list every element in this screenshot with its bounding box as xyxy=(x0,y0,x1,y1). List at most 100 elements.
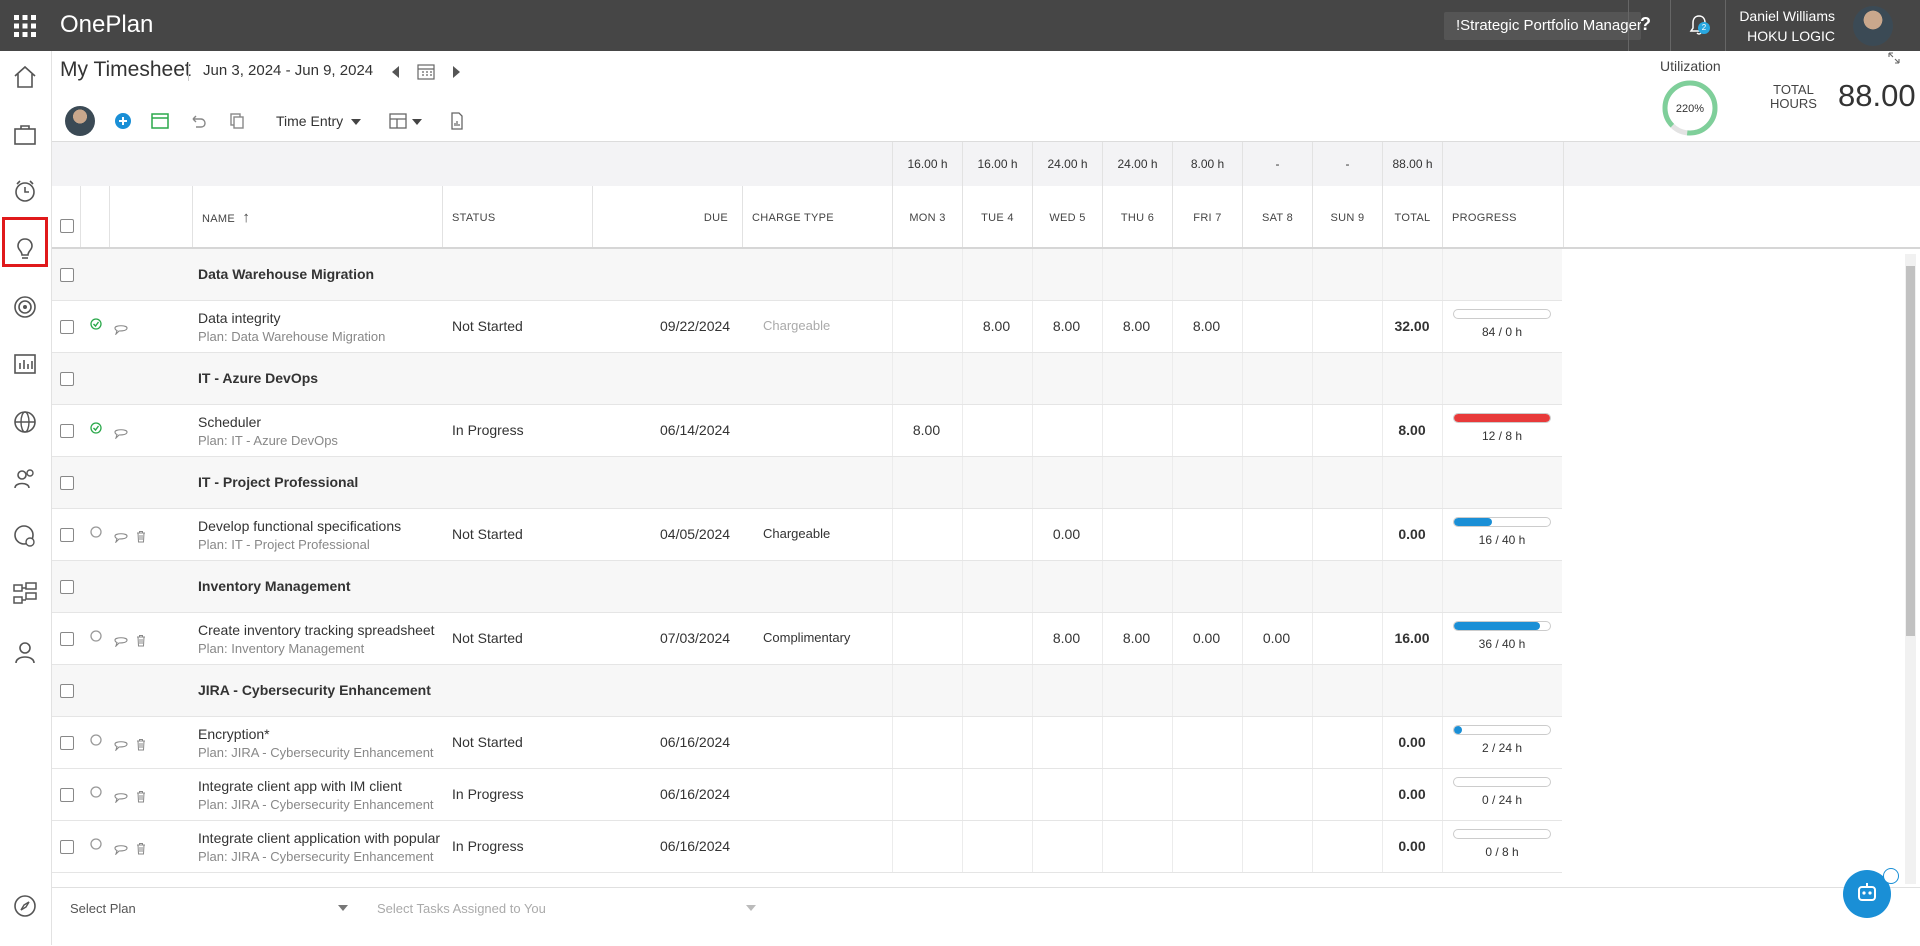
add-schedule-icon[interactable] xyxy=(150,111,170,131)
next-week-arrow-icon[interactable] xyxy=(453,66,460,78)
trash-icon[interactable] xyxy=(136,530,146,543)
globe-settings-icon[interactable] xyxy=(12,523,38,549)
row-checkbox[interactable] xyxy=(60,788,74,802)
group-row[interactable]: Inventory Management xyxy=(52,561,1562,613)
undo-icon[interactable] xyxy=(188,111,208,131)
column-due[interactable]: DUE xyxy=(592,186,746,247)
task-row[interactable]: Data integrity Plan: Data Warehouse Migra… xyxy=(52,301,1562,353)
status-circle-icon[interactable] xyxy=(90,786,102,798)
group-row[interactable]: Data Warehouse Migration xyxy=(52,249,1562,301)
hours-wed[interactable]: 0.00 xyxy=(1032,526,1101,542)
add-icon[interactable] xyxy=(113,111,133,131)
comment-icon[interactable] xyxy=(113,739,129,751)
compass-icon[interactable] xyxy=(12,893,38,919)
row-checkbox[interactable] xyxy=(60,372,74,386)
chevron-down-icon[interactable] xyxy=(746,905,756,911)
chart-icon[interactable] xyxy=(12,351,38,377)
column-sat[interactable]: SAT 8 xyxy=(1242,186,1312,247)
people-icon[interactable] xyxy=(12,466,38,492)
comment-icon[interactable] xyxy=(113,791,129,803)
column-mon[interactable]: MON 3 xyxy=(892,186,962,247)
column-name[interactable]: NAME ↑ xyxy=(192,186,451,247)
column-tue[interactable]: TUE 4 xyxy=(962,186,1032,247)
row-checkbox[interactable] xyxy=(60,840,74,854)
briefcase-icon[interactable] xyxy=(12,121,38,147)
task-charge-type[interactable]: Chargeable xyxy=(763,318,830,333)
scrollbar-thumb[interactable] xyxy=(1906,266,1915,636)
column-total[interactable]: TOTAL xyxy=(1382,186,1442,247)
comment-icon[interactable] xyxy=(113,427,129,439)
trash-icon[interactable] xyxy=(136,842,146,855)
help-button[interactable]: ? xyxy=(1640,14,1651,35)
report-icon[interactable] xyxy=(447,111,467,131)
select-plan-dropdown[interactable]: Select Plan xyxy=(70,901,136,916)
column-sun[interactable]: SUN 9 xyxy=(1312,186,1382,247)
calendar-icon[interactable] xyxy=(417,63,435,80)
task-row[interactable]: Develop functional specifications Plan: I… xyxy=(52,509,1562,561)
timesheet-icon[interactable] xyxy=(12,178,38,204)
task-charge-type[interactable]: Complimentary xyxy=(763,630,850,645)
group-row[interactable]: JIRA - Cybersecurity Enhancement xyxy=(52,665,1562,717)
status-circle-icon[interactable] xyxy=(90,838,102,850)
home-icon[interactable] xyxy=(12,64,38,90)
trash-icon[interactable] xyxy=(136,738,146,751)
comment-icon[interactable] xyxy=(113,635,129,647)
hierarchy-icon[interactable] xyxy=(12,581,38,607)
user-avatar[interactable] xyxy=(1853,6,1893,46)
task-name[interactable]: Data integrity xyxy=(198,310,443,326)
previous-week-arrow-icon[interactable] xyxy=(392,66,399,78)
hours-sat[interactable]: 0.00 xyxy=(1242,630,1311,646)
task-name[interactable]: Develop functional specifications xyxy=(198,518,443,534)
group-row[interactable]: IT - Project Professional xyxy=(52,457,1562,509)
layout-icon[interactable] xyxy=(388,111,408,131)
row-checkbox[interactable] xyxy=(60,736,74,750)
hours-fri[interactable]: 8.00 xyxy=(1172,318,1241,334)
hours-thu[interactable]: 8.00 xyxy=(1102,630,1171,646)
status-circle-icon[interactable] xyxy=(90,734,102,746)
hours-fri[interactable]: 0.00 xyxy=(1172,630,1241,646)
time-entry-dropdown[interactable]: Time Entry xyxy=(276,113,362,129)
column-fri[interactable]: FRI 7 xyxy=(1172,186,1242,247)
chevron-down-icon[interactable] xyxy=(338,905,348,911)
status-circle-icon[interactable] xyxy=(90,630,102,642)
sort-ascending-icon[interactable]: ↑ xyxy=(242,209,250,226)
column-thu[interactable]: THU 6 xyxy=(1102,186,1172,247)
hours-tue[interactable]: 8.00 xyxy=(962,318,1031,334)
app-launcher-icon[interactable] xyxy=(14,15,36,37)
resource-avatar[interactable] xyxy=(65,106,95,136)
globe-icon[interactable] xyxy=(12,409,38,435)
row-checkbox[interactable] xyxy=(60,528,74,542)
status-circle-icon[interactable] xyxy=(90,526,102,538)
task-charge-type[interactable]: Chargeable xyxy=(763,526,830,541)
lightbulb-icon[interactable] xyxy=(12,236,38,262)
task-row[interactable]: Scheduler Plan: IT - Azure DevOps In Progr… xyxy=(52,405,1562,457)
column-progress[interactable]: PROGRESS xyxy=(1442,186,1563,247)
row-checkbox[interactable] xyxy=(60,320,74,334)
trash-icon[interactable] xyxy=(136,634,146,647)
task-row[interactable]: Integrate client application with popula… xyxy=(52,821,1562,873)
task-name[interactable]: Encryption* xyxy=(198,726,443,742)
task-name[interactable]: Integrate client app with IM client xyxy=(198,778,443,794)
power-icon[interactable] xyxy=(1883,868,1899,884)
task-name[interactable]: Create inventory tracking spreadsheet xyxy=(198,622,443,638)
user-icon[interactable] xyxy=(12,639,38,665)
task-row[interactable]: Integrate client app with IM client Plan:… xyxy=(52,769,1562,821)
portfolio-selector[interactable]: !Strategic Portfolio Manager xyxy=(1444,12,1641,40)
row-checkbox[interactable] xyxy=(60,684,74,698)
row-checkbox[interactable] xyxy=(60,268,74,282)
select-all-checkbox[interactable] xyxy=(60,219,74,233)
comment-icon[interactable] xyxy=(113,843,129,855)
trash-icon[interactable] xyxy=(136,790,146,803)
check-circle-icon[interactable] xyxy=(90,318,102,330)
hours-mon[interactable]: 8.00 xyxy=(892,422,961,438)
hours-thu[interactable]: 8.00 xyxy=(1102,318,1171,334)
copy-icon[interactable] xyxy=(227,111,247,131)
task-row[interactable]: Create inventory tracking spreadsheet Pla… xyxy=(52,613,1562,665)
group-row[interactable]: IT - Azure DevOps xyxy=(52,353,1562,405)
row-checkbox[interactable] xyxy=(60,580,74,594)
task-row[interactable]: Encryption* Plan: JIRA - Cybersecurity En… xyxy=(52,717,1562,769)
chevron-down-icon[interactable] xyxy=(412,119,422,125)
target-icon[interactable] xyxy=(12,294,38,320)
hours-wed[interactable]: 8.00 xyxy=(1032,630,1101,646)
expand-icon[interactable] xyxy=(1888,52,1900,64)
